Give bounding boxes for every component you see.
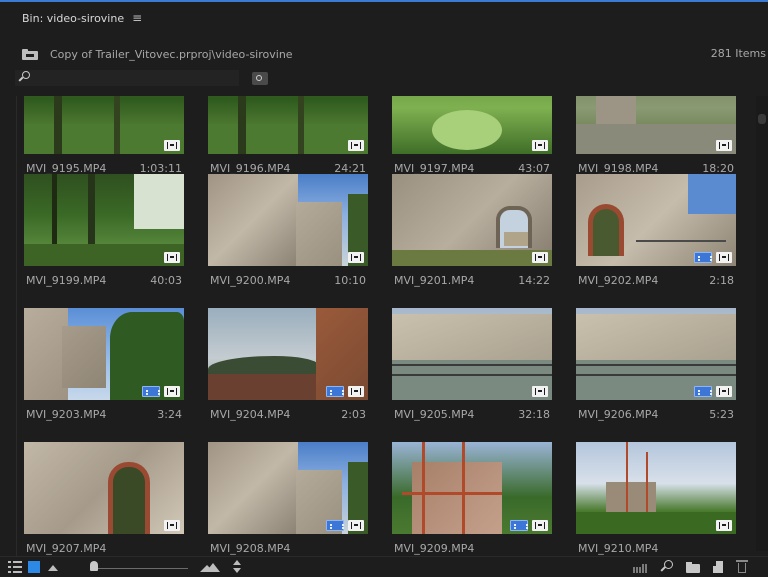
clip-thumbnail-image[interactable] xyxy=(24,174,184,266)
video-clip-badge-icon xyxy=(348,140,364,151)
clip-thumbnail-card[interactable]: MVI_9208.MP4 xyxy=(200,442,378,556)
find-in-bin-button[interactable] xyxy=(252,72,268,85)
video-clip-badge-icon xyxy=(532,386,548,397)
video-clip-badge-icon xyxy=(348,520,364,531)
video-clip-badge-icon xyxy=(348,386,364,397)
clip-name[interactable]: MVI_9210.MP4 xyxy=(578,542,658,555)
new-item-icon[interactable] xyxy=(711,561,723,573)
clip-thumbnail-image[interactable] xyxy=(24,442,184,534)
clip-duration: 10:10 xyxy=(334,274,366,287)
video-clip-badge-icon xyxy=(716,252,732,263)
clip-thumbnail-image[interactable] xyxy=(208,174,368,266)
clip-name[interactable]: MVI_9200.MP4 xyxy=(210,274,290,287)
clip-thumbnail-image[interactable] xyxy=(208,96,368,154)
clip-thumbnail-image[interactable] xyxy=(24,96,184,154)
video-clip-badge-icon xyxy=(716,140,732,151)
clip-thumbnail-image[interactable] xyxy=(576,174,736,266)
clip-name[interactable]: MVI_9202.MP4 xyxy=(578,274,658,287)
clip-name[interactable]: MVI_9201.MP4 xyxy=(394,274,474,287)
sort-order-icon[interactable] xyxy=(232,560,242,574)
audio-video-badge-icon xyxy=(694,252,712,263)
clear-icon[interactable] xyxy=(736,560,748,573)
video-clip-badge-icon xyxy=(716,386,732,397)
clip-thumbnail-image[interactable] xyxy=(208,442,368,534)
clip-thumbnail-image[interactable] xyxy=(208,308,368,400)
freeform-view-icon[interactable] xyxy=(48,561,60,573)
audio-video-badge-icon xyxy=(694,386,712,397)
clip-thumbnail-image[interactable] xyxy=(576,442,736,534)
clip-thumbnail-card[interactable]: MVI_9201.MP4 14:22 xyxy=(384,174,562,299)
vertical-scrollbar[interactable] xyxy=(756,96,768,551)
clip-thumbnail-card[interactable]: MVI_9206.MP4 5:23 xyxy=(568,308,746,433)
clip-name[interactable]: MVI_9205.MP4 xyxy=(394,408,474,421)
scrollbar-thumb[interactable] xyxy=(758,114,766,124)
zoom-slider-track xyxy=(98,568,188,569)
clip-name[interactable]: MVI_9209.MP4 xyxy=(394,542,474,555)
clip-duration: 2:18 xyxy=(709,274,734,287)
find-icon[interactable] xyxy=(660,560,674,574)
clip-thumbnail-image[interactable] xyxy=(392,442,552,534)
sort-icons-icon[interactable] xyxy=(200,561,220,573)
audio-video-badge-icon xyxy=(326,386,344,397)
video-clip-badge-icon xyxy=(716,520,732,531)
zoom-slider[interactable] xyxy=(62,557,192,577)
clip-thumbnail-image[interactable] xyxy=(576,308,736,400)
video-clip-badge-icon xyxy=(532,252,548,263)
list-view-icon[interactable] xyxy=(8,561,22,573)
clip-name[interactable]: MVI_9208.MP4 xyxy=(210,542,290,555)
zoom-slider-handle[interactable] xyxy=(90,561,98,571)
clip-thumbnail-image[interactable] xyxy=(392,308,552,400)
clip-thumbnail-card[interactable]: MVI_9209.MP4 xyxy=(384,442,562,556)
video-clip-badge-icon xyxy=(164,520,180,531)
video-clip-badge-icon xyxy=(348,252,364,263)
clip-name[interactable]: MVI_9204.MP4 xyxy=(210,408,290,421)
video-clip-badge-icon xyxy=(164,140,180,151)
bin-footer-toolbar xyxy=(0,556,768,577)
clip-duration: 40:03 xyxy=(150,274,182,287)
video-clip-badge-icon xyxy=(532,140,548,151)
panel-title[interactable]: Bin: video-sirovine xyxy=(22,12,124,25)
audio-video-badge-icon xyxy=(142,386,160,397)
clip-name[interactable]: MVI_9207.MP4 xyxy=(26,542,106,555)
clip-duration: 2:03 xyxy=(341,408,366,421)
clip-duration: 5:23 xyxy=(709,408,734,421)
clip-thumbnail-card[interactable]: MVI_9210.MP4 xyxy=(568,442,746,556)
clip-thumbnail-card[interactable]: MVI_9204.MP4 2:03 xyxy=(200,308,378,433)
clip-duration: 14:22 xyxy=(518,274,550,287)
clip-thumbnail-card[interactable]: MVI_9199.MP4 40:03 xyxy=(16,174,194,299)
clip-thumbnail-card[interactable]: MVI_9200.MP4 10:10 xyxy=(200,174,378,299)
clip-name[interactable]: MVI_9203.MP4 xyxy=(26,408,106,421)
clip-name[interactable]: MVI_9199.MP4 xyxy=(26,274,106,287)
clip-thumbnail-card[interactable]: MVI_9203.MP4 3:24 xyxy=(16,308,194,433)
automate-to-sequence-icon[interactable] xyxy=(633,561,647,573)
thumbnail-grid: MVI_9195.MP4 1:03:11 MVI_9196.MP4 24:21 MVI_… xyxy=(16,96,756,556)
clip-duration: 32:18 xyxy=(518,408,550,421)
audio-video-badge-icon xyxy=(510,520,528,531)
clip-thumbnail-image[interactable] xyxy=(576,96,736,154)
clip-thumbnail-image[interactable] xyxy=(392,174,552,266)
icon-view-icon[interactable] xyxy=(28,561,40,573)
bin-path-bar: Copy of Trailer_Vitovec.prproj\video-sir… xyxy=(0,44,768,64)
project-bin-panel: Bin: video-sirovine ≡ Copy of Trailer_Vi… xyxy=(0,0,768,577)
new-bin-icon[interactable] xyxy=(686,562,700,573)
clip-name[interactable]: MVI_9206.MP4 xyxy=(578,408,658,421)
clip-duration: 3:24 xyxy=(157,408,182,421)
bin-path: Copy of Trailer_Vitovec.prproj\video-sir… xyxy=(50,47,293,61)
clip-thumbnail-card[interactable]: MVI_9205.MP4 32:18 xyxy=(384,308,562,433)
video-clip-badge-icon xyxy=(164,252,180,263)
panel-header: Bin: video-sirovine ≡ xyxy=(0,4,768,32)
clip-thumbnail-card[interactable]: MVI_9202.MP4 2:18 xyxy=(568,174,746,299)
video-clip-badge-icon xyxy=(532,520,548,531)
clip-thumbnail-card[interactable]: MVI_9207.MP4 xyxy=(16,442,194,556)
search-input[interactable] xyxy=(15,70,239,86)
clip-thumbnail-image[interactable] xyxy=(392,96,552,154)
search-icon xyxy=(17,71,31,85)
video-clip-badge-icon xyxy=(164,386,180,397)
panel-menu-icon[interactable]: ≡ xyxy=(132,11,142,25)
item-count: 281 Items xyxy=(710,47,766,60)
clip-thumbnail-image[interactable] xyxy=(24,308,184,400)
parent-bin-icon[interactable] xyxy=(22,48,38,60)
audio-video-badge-icon xyxy=(326,520,344,531)
